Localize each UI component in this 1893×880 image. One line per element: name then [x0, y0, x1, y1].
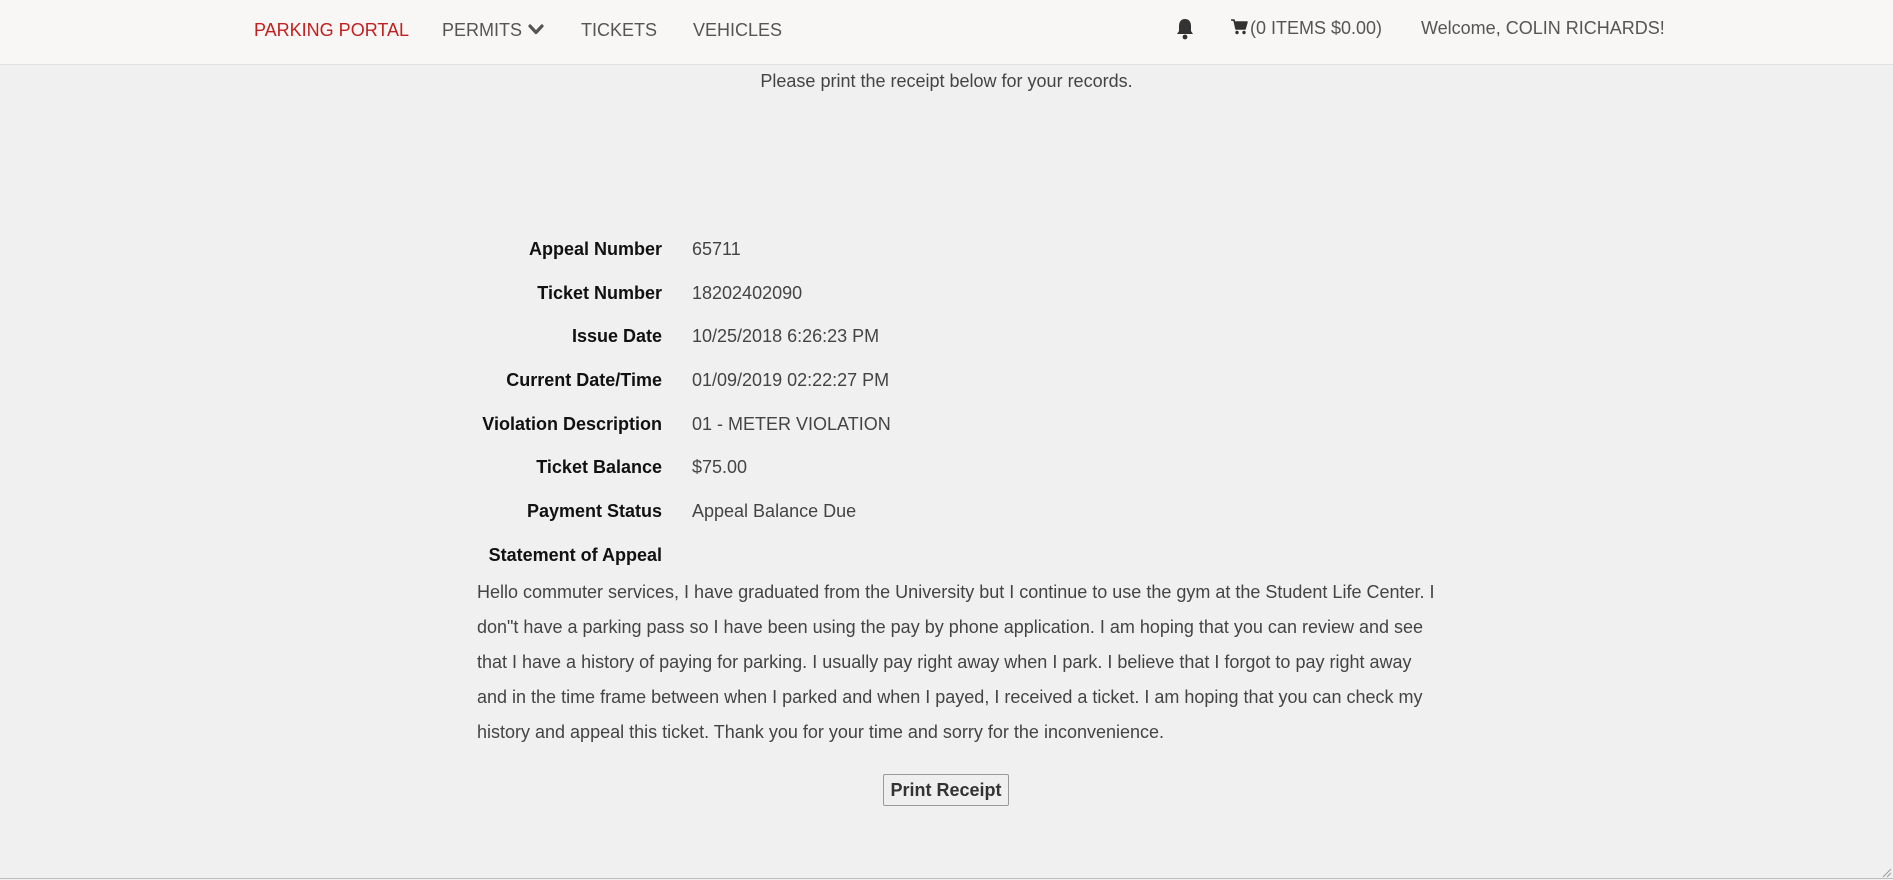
nav-permits-dropdown[interactable]: PERMITS — [442, 19, 544, 41]
field-value: 01 - METER VIOLATION — [692, 414, 891, 434]
top-navbar: PARKING PORTAL PERMITS TICKETS VEHICLES … — [0, 0, 1893, 65]
page-bottom-border — [0, 878, 1893, 879]
violation-description-row: Violation Description 01 - METER VIOLATI… — [380, 412, 1280, 436]
chevron-down-icon — [528, 24, 544, 34]
nav-tickets[interactable]: TICKETS — [581, 19, 657, 41]
resize-grip-icon[interactable] — [1880, 866, 1892, 878]
statement-label: Statement of Appeal — [488, 545, 662, 565]
statement-of-appeal-row: Statement of Appeal — [380, 543, 1280, 567]
field-value: 10/25/2018 6:26:23 PM — [692, 326, 880, 346]
field-label: Payment Status — [526, 501, 662, 521]
field-label: Violation Description — [482, 414, 662, 434]
bell-icon[interactable] — [1175, 17, 1195, 41]
field-label: Issue Date — [571, 326, 662, 346]
current-datetime-row: Current Date/Time 01/09/2019 02:22:27 PM — [380, 368, 1280, 392]
field-value: 01/09/2019 02:22:27 PM — [692, 370, 890, 390]
nav-permits-label: PERMITS — [442, 20, 523, 40]
issue-date-row: Issue Date 10/25/2018 6:26:23 PM — [380, 324, 1280, 348]
field-label: Appeal Number — [528, 239, 662, 259]
statement-of-appeal-text: Hello commuter services, I have graduate… — [477, 582, 1435, 742]
cart-link[interactable]: (0 ITEMS $0.00) — [1230, 17, 1382, 39]
print-instructions: Please print the receipt below for your … — [760, 71, 1133, 91]
field-value: 18202402090 — [692, 283, 803, 303]
ticket-number-row: Ticket Number 18202402090 — [380, 281, 1280, 305]
field-label: Current Date/Time — [506, 370, 662, 390]
field-value: 65711 — [692, 239, 741, 259]
shopping-cart-icon — [1231, 19, 1248, 35]
ticket-balance-row: Ticket Balance $75.00 — [380, 455, 1280, 479]
print-receipt-button[interactable]: Print Receipt — [883, 774, 1009, 806]
appeal-number-row: Appeal Number 65711 — [380, 237, 1280, 261]
nav-vehicles[interactable]: VEHICLES — [693, 19, 782, 41]
field-label: Ticket Number — [537, 283, 662, 303]
field-label: Ticket Balance — [536, 457, 662, 477]
brand-link[interactable]: PARKING PORTAL — [254, 19, 409, 41]
payment-status-row: Payment Status Appeal Balance Due — [380, 499, 1280, 523]
cart-summary: (0 ITEMS $0.00) — [1250, 18, 1383, 38]
field-value: $75.00 — [692, 457, 748, 477]
welcome-message: Welcome, COLIN RICHARDS! — [1421, 18, 1665, 38]
field-value: Appeal Balance Due — [692, 501, 857, 521]
